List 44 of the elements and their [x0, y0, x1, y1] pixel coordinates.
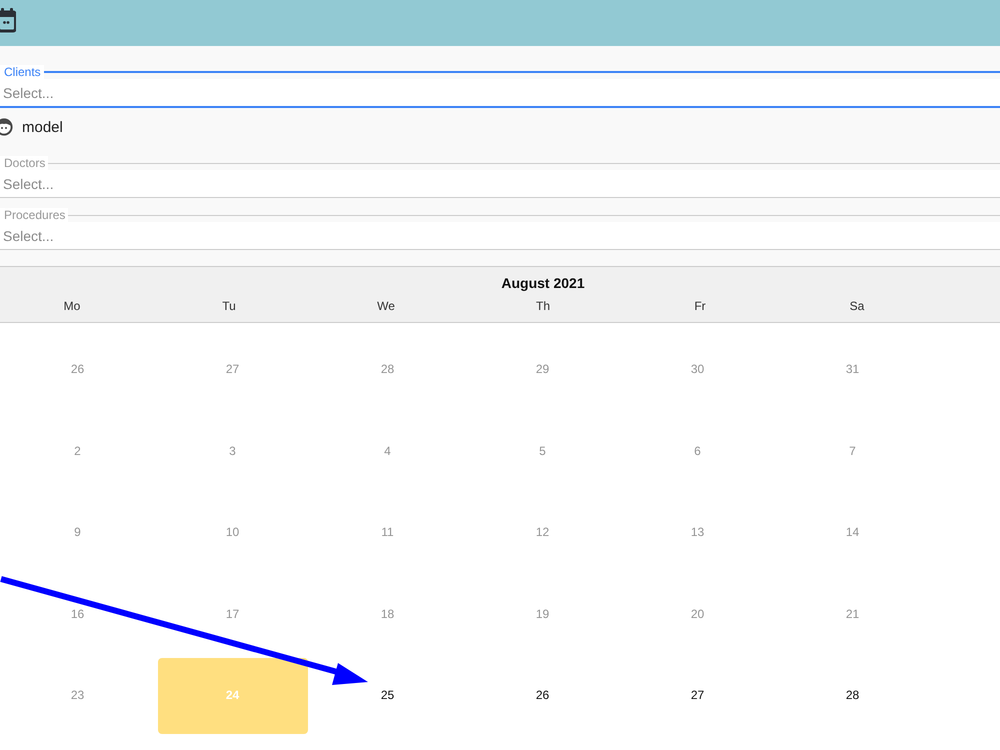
field-label: Procedures — [0, 208, 68, 222]
weekday-label: Mo — [64, 298, 80, 314]
date-button: 26 — [70, 362, 84, 378]
select-field[interactable]: Select... — [0, 79, 1000, 108]
field-label: Clients — [0, 65, 44, 79]
date-button: 7 — [849, 444, 856, 459]
selected-client-name: model — [22, 118, 63, 136]
month-title: August 2021 — [501, 275, 585, 292]
select-field[interactable]: Select... — [0, 222, 1000, 250]
select-field[interactable]: Select... — [0, 170, 1000, 198]
field-label: Doctors — [0, 156, 48, 170]
date-button: 19 — [536, 606, 550, 622]
date-button: 4 — [384, 444, 391, 459]
date-button: 11 — [381, 525, 394, 540]
calendar-icon[interactable] — [0, 7, 16, 33]
weekday-label: Tu — [222, 298, 236, 314]
date-button: 2 — [74, 444, 81, 459]
date-button: 16 — [70, 606, 84, 622]
date-button[interactable]: 26 — [536, 688, 550, 704]
date-button: 10 — [226, 525, 240, 540]
date-button[interactable]: 25 — [380, 688, 394, 704]
weekday-label: Sa — [850, 298, 864, 314]
date-button: 23 — [70, 688, 84, 704]
date-button: 18 — [380, 606, 394, 622]
date-button: 27 — [226, 362, 240, 378]
date-button[interactable]: 28 — [846, 688, 860, 704]
date-button: 3 — [229, 444, 236, 459]
date-button: 12 — [536, 525, 550, 540]
date-button: 9 — [74, 525, 81, 540]
weekday-label: Th — [536, 298, 550, 314]
weekday-label: We — [377, 298, 395, 314]
date-button: 21 — [846, 606, 860, 622]
date-button: 5 — [539, 444, 546, 459]
date-button: 28 — [380, 362, 394, 378]
date-button: 17 — [226, 606, 240, 622]
date-button: 31 — [846, 362, 860, 378]
date-button: 13 — [690, 525, 704, 540]
date-button: 14 — [846, 525, 860, 540]
date-button: 20 — [690, 606, 704, 622]
date-button[interactable]: 27 — [690, 688, 704, 704]
date-button: 6 — [694, 444, 701, 459]
date-button: 29 — [536, 362, 550, 378]
weekday-label: Fr — [694, 298, 706, 314]
date-button: 30 — [690, 362, 704, 378]
